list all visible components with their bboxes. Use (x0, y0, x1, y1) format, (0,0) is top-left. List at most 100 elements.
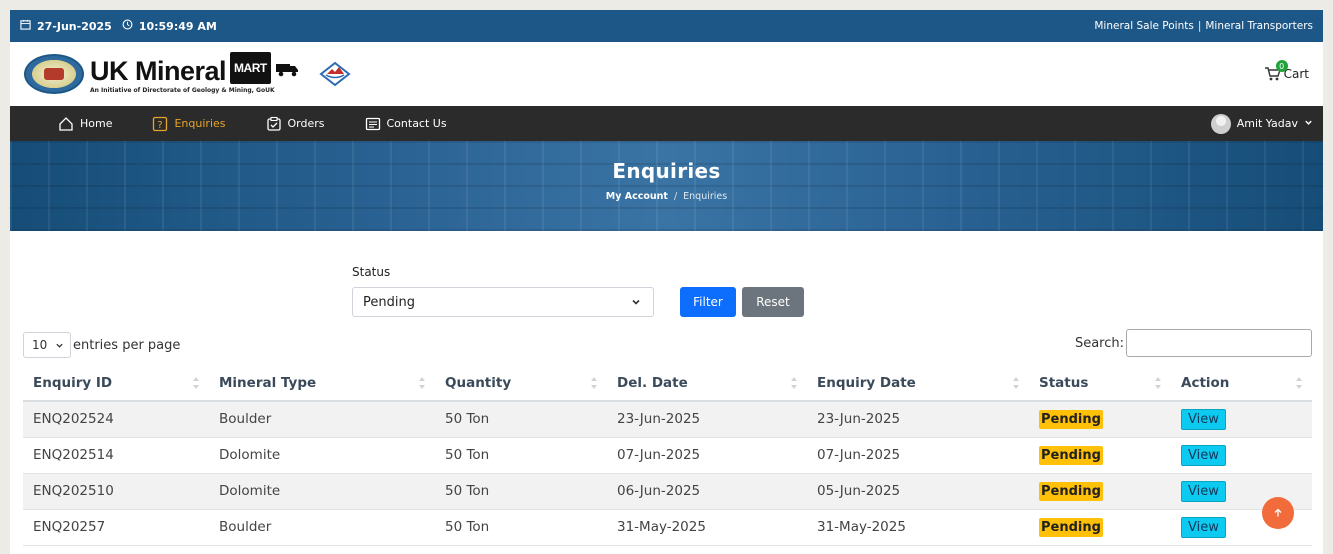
question-icon: ? (153, 116, 168, 131)
sort-icon (791, 377, 797, 389)
cell-quantity: 50 Ton (435, 437, 607, 474)
table-search: Search: (1075, 329, 1312, 357)
column-header-status[interactable]: Status (1029, 365, 1171, 402)
column-title: Enquiry ID (33, 374, 113, 391)
nav-label-contact-us: Contact Us (386, 117, 447, 130)
column-title: Enquiry Date (817, 374, 916, 391)
table-header-row: Enquiry ID Mineral Type Quantity Del. Da… (23, 365, 1312, 402)
truck-icon (275, 63, 298, 76)
status-badge: Pending (1039, 446, 1103, 465)
link-separator: | (1197, 20, 1202, 32)
cell-quantity: 50 Ton (435, 401, 607, 438)
column-header-enquiry-date[interactable]: Enquiry Date (807, 365, 1029, 402)
entries-label: entries per page (73, 337, 181, 353)
table-row: ENQ20257 Boulder 50 Ton 31-May-2025 31-M… (23, 509, 1312, 546)
entries-select[interactable]: 10 (23, 332, 71, 358)
column-title: Mineral Type (219, 374, 317, 391)
nav-item-orders[interactable]: Orders (266, 116, 325, 132)
brand-subtitle: An Initiative of Directorate of Geology … (90, 86, 275, 94)
table-row: ENQ202524 Boulder 50 Ton 23-Jun-2025 23-… (23, 401, 1312, 438)
datetime: 27-Jun-2025 10:59:49 AM (20, 19, 217, 33)
brand-text: UK Mineral MART An Initiative of Directo… (90, 51, 299, 94)
view-button[interactable]: View (1181, 480, 1226, 502)
view-button[interactable]: View (1181, 408, 1226, 430)
nav-item-contact-us[interactable]: Contact Us (365, 116, 447, 132)
cell-mineral-type: Dolomite (209, 437, 435, 474)
top-links: Mineral Sale Points | Mineral Transporte… (1094, 20, 1313, 32)
nav-item-home[interactable]: Home (58, 116, 112, 132)
breadcrumb: My Account / Enquiries (10, 191, 1323, 202)
cell-mineral-type: Boulder (209, 401, 435, 438)
cell-enquiry-date: 05-Jun-2025 (807, 473, 1029, 510)
clock-icon (122, 19, 133, 33)
search-label: Search: (1074, 335, 1124, 351)
cell-enquiry-id: ENQ202524 (23, 401, 209, 438)
uttarakhand-emblem-icon (319, 61, 351, 87)
status-filter: Status Pending Filter Reset (352, 265, 804, 317)
column-header-mineral-type[interactable]: Mineral Type (209, 365, 435, 402)
cell-mineral-type: Dolomite (209, 473, 435, 510)
cell-quantity: 50 Ton (435, 509, 607, 546)
cell-del-date: 06-Jun-2025 (607, 473, 807, 510)
page-banner: Enquiries My Account / Enquiries (10, 141, 1323, 231)
search-input[interactable] (1126, 329, 1312, 357)
cell-quantity: 50 Ton (435, 473, 607, 510)
calendar-icon (20, 19, 31, 33)
cell-status: Pending (1029, 509, 1171, 546)
main-nav: Home ? Enquiries Orders Contact Us Amit … (10, 106, 1323, 141)
cell-status: Pending (1029, 473, 1171, 510)
scroll-to-top-button[interactable] (1262, 497, 1294, 529)
cell-enquiry-date: 23-Jun-2025 (807, 401, 1029, 438)
breadcrumb-separator: / (673, 191, 678, 202)
column-header-action[interactable]: Action (1171, 365, 1312, 402)
cart-link[interactable]: 0 Cart (1264, 60, 1309, 82)
cell-del-date: 07-Jun-2025 (607, 437, 807, 474)
link-mineral-sale-points[interactable]: Mineral Sale Points (1094, 20, 1193, 32)
reset-button[interactable]: Reset (742, 287, 804, 317)
user-name: Amit Yadav (1236, 117, 1298, 130)
arrow-up-icon (1274, 508, 1282, 517)
cell-enquiry-date: 07-Jun-2025 (807, 437, 1029, 474)
status-badge: Pending (1039, 482, 1103, 501)
avatar (1210, 113, 1231, 134)
clipboard-check-icon (266, 116, 281, 131)
cell-del-date: 23-Jun-2025 (607, 401, 807, 438)
link-mineral-transporters[interactable]: Mineral Transporters (1205, 20, 1313, 32)
enquiries-table: Enquiry ID Mineral Type Quantity Del. Da… (23, 365, 1312, 546)
view-button[interactable]: View (1181, 444, 1226, 466)
sort-icon (591, 377, 597, 389)
nav-label-home: Home (80, 117, 113, 130)
brand-mart: MART (230, 51, 271, 84)
nav-item-enquiries[interactable]: ? Enquiries (152, 116, 226, 132)
page-title: Enquiries (612, 159, 721, 183)
column-title: Quantity (445, 374, 512, 391)
cell-enquiry-id: ENQ20257 (23, 509, 209, 546)
filter-row: Pending Filter Reset (352, 287, 804, 317)
column-title: Action (1181, 374, 1230, 391)
column-header-quantity[interactable]: Quantity (435, 365, 607, 402)
cell-status: Pending (1029, 401, 1171, 438)
column-header-del-date[interactable]: Del. Date (607, 365, 807, 402)
status-select-value: Pending (363, 294, 415, 310)
entries-per-page: 10 entries per page (23, 332, 180, 358)
filter-button[interactable]: Filter (680, 287, 736, 317)
sort-icon (1296, 377, 1302, 389)
table-row: ENQ202514 Dolomite 50 Ton 07-Jun-2025 07… (23, 437, 1312, 474)
status-select[interactable]: Pending (352, 287, 654, 317)
current-time: 10:59:49 AM (138, 19, 217, 33)
status-badge: Pending (1039, 518, 1103, 537)
cell-action: View (1171, 437, 1312, 474)
column-header-enquiry-id[interactable]: Enquiry ID (23, 365, 209, 402)
sort-icon (1013, 377, 1019, 389)
view-button[interactable]: View (1181, 516, 1226, 538)
current-date: 27-Jun-2025 (37, 19, 112, 33)
home-icon (59, 116, 73, 131)
cell-action: View (1171, 401, 1312, 438)
brand-logo[interactable]: UK Mineral MART An Initiative of Directo… (24, 51, 351, 94)
breadcrumb-current: Enquiries (683, 191, 728, 202)
user-menu[interactable]: Amit Yadav (1210, 113, 1313, 134)
sort-icon (419, 377, 425, 389)
message-icon (365, 117, 380, 130)
site-header: UK Mineral MART An Initiative of Directo… (10, 42, 1323, 106)
breadcrumb-my-account[interactable]: My Account (606, 191, 668, 202)
